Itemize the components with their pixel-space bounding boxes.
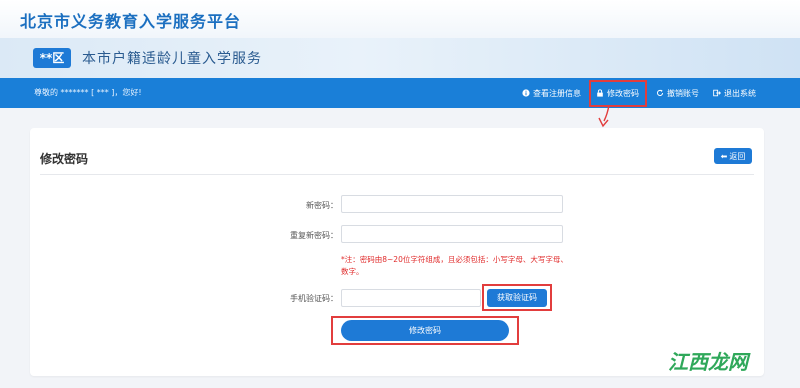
new-password-input[interactable] [341, 195, 563, 213]
nav-label: 退出系统 [724, 88, 756, 98]
district-badge: **区 [33, 48, 71, 68]
nav-view-registration[interactable]: 查看注册信息 [522, 86, 581, 100]
logout-icon [713, 89, 721, 97]
refresh-icon [657, 89, 664, 96]
repeat-password-input[interactable] [341, 225, 563, 243]
banner-title: 本市户籍适龄儿童入学服务 [82, 51, 262, 67]
divider [40, 174, 754, 175]
navbar: 尊敬的 ******* [ *** ]，您好! 查看注册信息 修改密码 撤销账号… [0, 78, 800, 108]
nav-label: 查看注册信息 [533, 88, 581, 98]
password-rule-note: *注：密码由8~20位字符组成，且必须包括：小写字母、大写字母、数字。 [341, 255, 568, 276]
arrow-left-icon: ⬅ [720, 151, 728, 161]
highlight-box-submit [331, 316, 519, 345]
phone-code-label: 手机验证码： [290, 294, 338, 303]
site-title: 北京市义务教育入学服务平台 [20, 12, 242, 31]
back-label: 返回 [729, 151, 746, 161]
nav-label: 撤销账号 [667, 88, 699, 98]
highlight-box-get-code [482, 284, 552, 311]
phone-code-input[interactable] [341, 289, 481, 307]
watermark-logo: 江西龙网 [668, 350, 748, 374]
nav-logout[interactable]: 退出系统 [713, 86, 756, 100]
top-header: 北京市义务教育入学服务平台 [0, 0, 800, 38]
banner: **区 本市户籍适龄儿童入学服务 [0, 38, 800, 78]
repeat-password-label: 重复新密码： [290, 231, 338, 240]
back-button[interactable]: ⬅ 返回 [714, 148, 752, 164]
new-password-label: 新密码： [306, 201, 338, 210]
greeting-text: 尊敬的 ******* [ *** ]，您好! [34, 88, 142, 97]
nav-cancel-account[interactable]: 撤销账号 [656, 86, 699, 100]
info-icon [522, 89, 530, 97]
page-title: 修改密码 [40, 152, 89, 166]
highlight-box-change-password [589, 80, 647, 107]
red-arrow-annotation [598, 104, 610, 128]
